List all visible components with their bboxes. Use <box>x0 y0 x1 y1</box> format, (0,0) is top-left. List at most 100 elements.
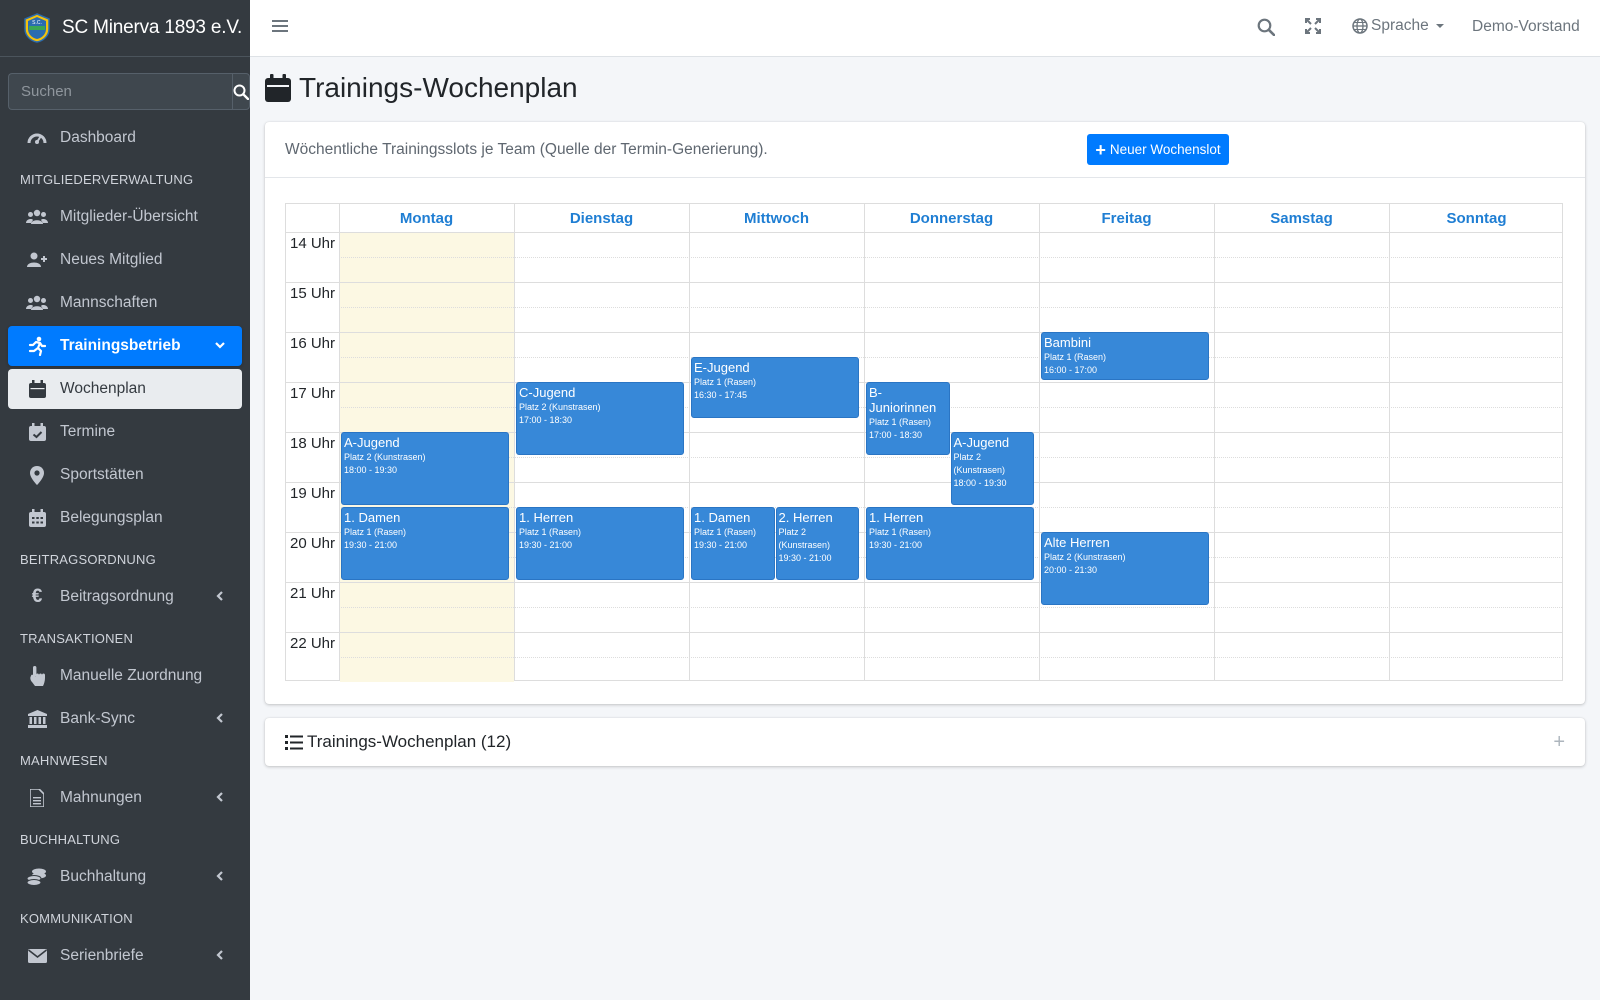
users-icon <box>26 293 48 313</box>
svg-text:S.C.: S.C. <box>32 20 42 26</box>
sidebar-item-manual-assignment[interactable]: Manuelle Zuordnung <box>8 656 242 696</box>
day-column-divider <box>864 204 865 680</box>
hour-label: 22 Uhr <box>290 635 336 652</box>
expand-plus-icon[interactable]: + <box>1553 731 1565 754</box>
training-slot[interactable]: B-Juniorinnen Platz 1 (Rasen) 17:00 - 18:3… <box>866 382 950 455</box>
training-slot[interactable]: 1. Herren Platz 1 (Rasen) 19:30 - 21:00 <box>516 507 684 580</box>
day-header[interactable]: Freitag <box>1039 210 1214 227</box>
hour-label: 14 Uhr <box>290 235 336 252</box>
half-hour-line <box>339 357 1562 358</box>
day-header[interactable]: Donnerstag <box>864 210 1039 227</box>
sidebar-item-fee-schedule[interactable]: € Beitragsordnung <box>8 577 242 617</box>
training-slot[interactable]: 2. Herren Platz 2 (Kunstrasen) 19:30 - 21:… <box>775 507 859 580</box>
day-header[interactable]: Samstag <box>1214 210 1389 227</box>
sidebar-item-label: Trainingsbetrieb <box>60 337 181 354</box>
sidebar-item-reminders[interactable]: Mahnungen <box>8 778 242 818</box>
user-menu[interactable]: Demo-Vorstand <box>1472 18 1580 36</box>
users-icon <box>26 207 48 227</box>
training-slot[interactable]: C-Jugend Platz 2 (Kunstrasen) 17:00 - 18:3… <box>516 382 684 455</box>
language-label: Sprache <box>1371 17 1429 34</box>
language-dropdown[interactable]: Sprache <box>1352 17 1445 35</box>
sidebar-item-label: Termine <box>60 423 116 440</box>
hour-label: 16 Uhr <box>290 335 336 352</box>
slot-team: B-Juniorinnen <box>869 385 937 415</box>
chevron-down-icon <box>215 342 225 349</box>
hour-label: 20 Uhr <box>290 535 336 552</box>
training-slot[interactable]: A-Jugend Platz 2 (Kunstrasen) 18:00 - 19:3… <box>341 432 509 505</box>
sidebar-item-training[interactable]: Trainingsbetrieb <box>8 326 242 366</box>
sidebar-item-accounting[interactable]: Buchhaltung <box>8 857 242 897</box>
slot-time: 19:30 - 21:00 <box>344 540 398 550</box>
chevron-left-icon <box>216 591 223 601</box>
day-column-divider <box>1389 204 1390 680</box>
sidebar-item-label: Manuelle Zuordnung <box>60 667 203 684</box>
sidebar-item-label: Belegungsplan <box>60 509 163 526</box>
training-slot[interactable]: Alte Herren Platz 2 (Kunstrasen) 20:00 - 2… <box>1041 532 1209 605</box>
brand-link[interactable]: S.C. SC Minerva 1893 e.V. <box>0 0 250 57</box>
main-sidebar: S.C. SC Minerva 1893 e.V. Dashboard MITG… <box>0 0 250 1000</box>
chevron-left-icon <box>216 792 223 802</box>
day-column-divider <box>1214 204 1215 680</box>
sidebar-item-label: Mannschaften <box>60 294 158 311</box>
sidebar-search <box>8 73 250 110</box>
slot-place: Platz 1 (Rasen) <box>869 417 932 427</box>
sidebar-search-input[interactable] <box>8 73 232 110</box>
hour-line <box>286 282 1562 283</box>
training-slot[interactable]: 1. Damen Platz 1 (Rasen) 19:30 - 21:00 <box>691 507 775 580</box>
hour-label: 21 Uhr <box>290 585 336 602</box>
training-slot[interactable]: 1. Damen Platz 1 (Rasen) 19:30 - 21:00 <box>341 507 509 580</box>
day-header[interactable]: Montag <box>339 210 514 227</box>
training-slot[interactable]: E-Jugend Platz 1 (Rasen) 16:30 - 17:45 <box>691 357 859 418</box>
sidebar-item-dashboard[interactable]: Dashboard <box>8 118 242 158</box>
slot-team: 1. Damen <box>344 510 401 525</box>
slot-team: A-Jugend <box>953 435 1010 450</box>
training-slot[interactable]: 1. Herren Platz 1 (Rasen) 19:30 - 21:00 <box>866 507 1034 580</box>
list-card-title-text: Trainings-Wochenplan (12) <box>307 732 512 751</box>
chevron-left-icon <box>216 871 223 881</box>
search-icon <box>233 84 249 100</box>
sidebar-item-new-member[interactable]: Neues Mitglied <box>8 240 242 280</box>
sidebar-item-mail-merge[interactable]: Serienbriefe <box>8 936 242 976</box>
slot-time: 16:00 - 17:00 <box>1044 365 1098 375</box>
half-hour-line <box>339 257 1562 258</box>
sidebar-item-label: Mahnungen <box>60 789 142 806</box>
gauge-icon <box>26 128 48 148</box>
map-marker-icon <box>26 465 48 485</box>
slot-place: Platz 1 (Rasen) <box>869 527 932 537</box>
sidebar-item-teams[interactable]: Mannschaften <box>8 283 242 323</box>
running-icon <box>26 336 48 356</box>
nav-header-dunning: MAHNWESEN <box>20 752 108 768</box>
day-column-divider <box>339 204 340 680</box>
sidebar-search-button[interactable] <box>232 73 250 110</box>
slot-time: 20:00 - 21:30 <box>1044 565 1098 575</box>
weekly-plan-list-card[interactable]: Trainings-Wochenplan (12) + <box>265 718 1585 766</box>
slot-place: Platz 2 (Kunstrasen) <box>344 452 426 462</box>
day-header[interactable]: Sonntag <box>1389 210 1564 227</box>
day-header[interactable]: Mittwoch <box>689 210 864 227</box>
day-header[interactable]: Dienstag <box>514 210 689 227</box>
sidebar-item-venues[interactable]: Sportstätten <box>8 455 242 495</box>
hamburger-menu-icon[interactable] <box>272 18 288 34</box>
sidebar-item-label: Beitragsordnung <box>60 588 174 605</box>
training-slot[interactable]: A-Jugend Platz 2 (Kunstrasen) 18:00 - 19:3… <box>950 432 1034 505</box>
slot-team: 1. Herren <box>519 510 574 525</box>
sidebar-item-label: Serienbriefe <box>60 947 144 964</box>
sidebar-item-occupancy-plan[interactable]: Belegungsplan <box>8 498 242 538</box>
sidebar-item-member-overview[interactable]: Mitglieder-Übersicht <box>8 197 242 237</box>
day-column-divider <box>689 204 690 680</box>
sidebar-item-bank-sync[interactable]: Bank-Sync <box>8 699 242 739</box>
slot-place: Platz 2 (Kunstrasen) <box>1044 552 1126 562</box>
training-slot[interactable]: Bambini Platz 1 (Rasen) 16:00 - 17:00 <box>1041 332 1209 380</box>
slot-time: 18:00 - 19:30 <box>953 478 1007 488</box>
sidebar-item-weekly-plan[interactable]: Wochenplan <box>8 369 242 409</box>
hour-label: 18 Uhr <box>290 435 336 452</box>
slot-place: Platz 2 (Kunstrasen) <box>519 402 601 412</box>
slot-time: 19:30 - 21:00 <box>869 540 923 550</box>
sidebar-item-label: Buchhaltung <box>60 868 147 885</box>
fullscreen-icon[interactable] <box>1305 18 1321 34</box>
sidebar-item-label: Sportstätten <box>60 466 144 483</box>
new-weekly-slot-button[interactable]: + Neuer Wochenslot <box>1087 134 1229 165</box>
sidebar-item-label: Mitglieder-Übersicht <box>60 208 198 225</box>
search-icon[interactable] <box>1257 18 1275 36</box>
sidebar-item-appointments[interactable]: Termine <box>8 412 242 452</box>
